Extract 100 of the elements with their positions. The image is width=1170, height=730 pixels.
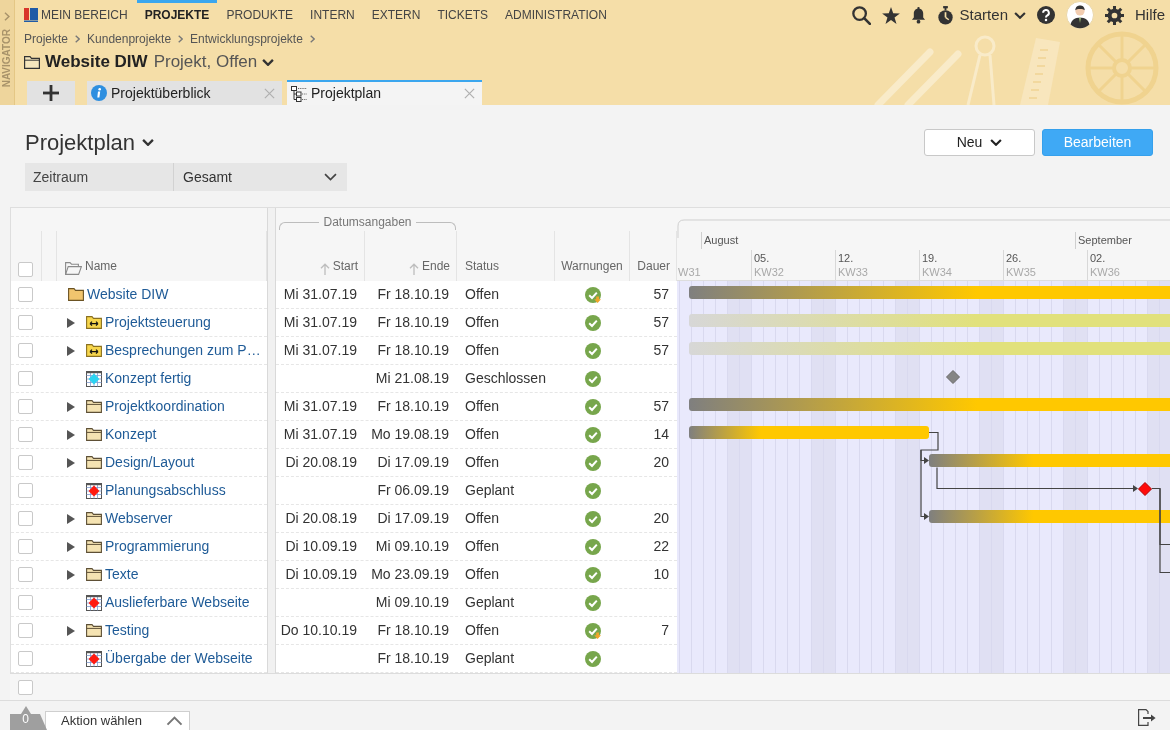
main-nav-item[interactable]: PRODUKTE [218, 0, 302, 30]
column-header[interactable]: Name [85, 257, 117, 275]
expand-arrow-icon[interactable] [67, 569, 75, 580]
plus-icon [43, 85, 59, 101]
settings-icon[interactable] [1105, 5, 1124, 25]
bell-icon[interactable] [910, 6, 926, 24]
task-link[interactable]: Texte [105, 564, 139, 585]
main-nav-item[interactable]: ADMINISTRATION [497, 0, 615, 30]
duration-value: 57 [653, 285, 670, 304]
week-number-label: W31 [678, 266, 701, 278]
avatar-icon[interactable] [1066, 1, 1094, 29]
expand-arrow-icon[interactable] [67, 401, 75, 412]
expand-arrow-icon[interactable] [67, 513, 75, 524]
column-header[interactable]: Start [332, 257, 358, 275]
expand-arrow-icon[interactable] [67, 429, 75, 440]
help-link[interactable]: Hilfe [1135, 3, 1165, 27]
breadcrumb-link[interactable]: Projekte [24, 29, 69, 48]
task-link[interactable]: Planungsabschluss [105, 480, 226, 501]
checkbox[interactable] [18, 427, 33, 442]
status-text: Offen [464, 285, 499, 304]
task-link[interactable]: Programmierung [105, 536, 210, 557]
end-date: Mo 23.09.19 [371, 565, 450, 584]
breadcrumb-link[interactable]: Kundenprojekte [87, 29, 172, 48]
task-link[interactable]: Testing [105, 620, 150, 641]
star-icon[interactable] [881, 6, 900, 24]
column-group-label: Datumsangaben [323, 215, 412, 229]
duration-value: 20 [653, 509, 670, 528]
checkbox[interactable] [18, 595, 33, 610]
main-nav-item[interactable]: INTERN [302, 0, 363, 30]
main-nav-item[interactable]: MEIN BEREICH [16, 0, 136, 30]
breadcrumb-link[interactable]: Entwicklungsprojekte [190, 29, 303, 48]
column-header[interactable]: Status [465, 257, 500, 275]
expand-arrow-icon[interactable] [67, 345, 75, 356]
add-tab-button[interactable] [27, 81, 75, 105]
checkbox[interactable] [18, 262, 33, 277]
week-number-label: KW34 [922, 266, 952, 278]
chevron-down-icon [142, 138, 155, 146]
column-header[interactable]: Ende [421, 257, 450, 275]
checkbox[interactable] [18, 287, 33, 302]
checkbox[interactable] [18, 511, 33, 526]
tab[interactable]: Projektüberblick [87, 81, 282, 105]
group-bracket-line [415, 222, 456, 230]
column-header[interactable]: Warnungen [561, 257, 623, 275]
chevron-down-icon [1014, 11, 1026, 19]
action-select[interactable]: Aktion wählen [45, 711, 190, 730]
column-header[interactable]: Dauer [637, 257, 670, 275]
view-title-dropdown[interactable]: Projektplan [25, 125, 155, 159]
start-timer-button[interactable]: Starten [936, 3, 1026, 27]
help-icon[interactable] [1037, 6, 1055, 24]
checkbox[interactable] [18, 455, 33, 470]
sort-arrow-icon[interactable] [319, 263, 330, 275]
sort-arrow-icon[interactable] [408, 263, 419, 275]
checkbox[interactable] [18, 623, 33, 638]
task-link[interactable]: Auslieferbare Webseite [105, 592, 250, 613]
task-link[interactable]: Projektsteuerung [105, 312, 211, 333]
task-link[interactable]: Projektkoordination [105, 396, 225, 417]
task-link[interactable]: Besprechungen zum P… [105, 340, 261, 361]
task-link[interactable]: Webserver [105, 508, 173, 529]
folder-icon [86, 540, 102, 553]
expand-arrow-icon[interactable] [67, 457, 75, 468]
checkbox[interactable] [18, 567, 33, 582]
start-date: Mi 31.07.19 [283, 425, 358, 444]
new-dropdown-button[interactable]: Neu [924, 128, 1035, 156]
search-icon[interactable] [851, 5, 871, 25]
folder-icon [86, 624, 102, 637]
expand-arrow-icon[interactable] [67, 317, 75, 328]
main-nav-item[interactable]: PROJEKTE [136, 0, 218, 30]
task-link[interactable]: Übergabe der Webseite [105, 648, 253, 669]
filter-label: Zeitraum [25, 163, 174, 191]
main-nav-item[interactable]: EXTERN [363, 0, 429, 30]
checkbox[interactable] [18, 343, 33, 358]
main-nav-item[interactable]: TICKETS [429, 0, 497, 30]
checkbox[interactable] [18, 371, 33, 386]
status-text: Offen [464, 537, 499, 556]
close-icon[interactable] [464, 88, 475, 99]
object-subtitle: Projekt, Offen [153, 51, 258, 74]
task-link[interactable]: Konzept fertig [105, 368, 192, 389]
task-link[interactable]: Website DIW [87, 284, 169, 305]
task-link[interactable]: Design/Layout [105, 452, 195, 473]
folder-open-icon [65, 262, 82, 275]
column-splitter[interactable] [267, 208, 276, 673]
checkbox[interactable] [18, 679, 33, 695]
export-icon[interactable] [1138, 709, 1156, 726]
task-link[interactable]: Konzept [105, 424, 157, 445]
close-icon[interactable] [264, 87, 275, 99]
end-date: Fr 18.10.19 [377, 285, 450, 304]
chevron-right-icon [309, 34, 315, 43]
expand-arrow-icon[interactable] [67, 541, 75, 552]
checkbox[interactable] [18, 651, 33, 666]
checkbox[interactable] [18, 539, 33, 554]
chevron-down-icon[interactable] [262, 58, 275, 66]
info-icon [91, 85, 107, 101]
checkbox[interactable] [18, 315, 33, 330]
checkbox[interactable] [18, 483, 33, 498]
checkbox[interactable] [18, 399, 33, 414]
folder-icon [86, 568, 102, 581]
status-text: Offen [464, 509, 499, 528]
tab[interactable]: Projektplan [287, 80, 482, 105]
expand-arrow-icon[interactable] [67, 625, 75, 636]
period-select[interactable]: Gesamt [174, 163, 347, 191]
